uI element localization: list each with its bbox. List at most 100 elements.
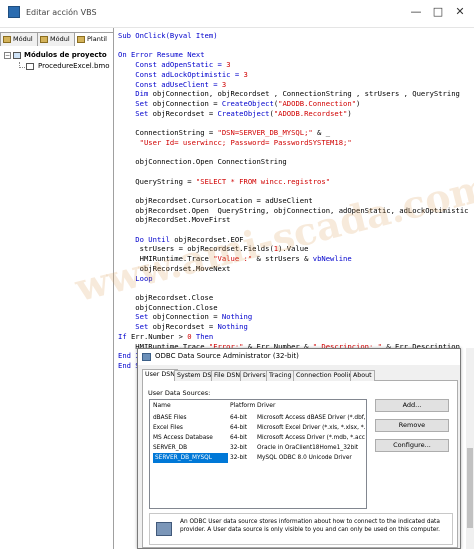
code-token: CreateObject (217, 108, 270, 118)
code-line[interactable]: objRecordSet.MoveFirst (118, 215, 469, 225)
table-row[interactable]: dBASE Files 64-bit Microsoft Access dBAS… (150, 413, 366, 423)
tab-templates[interactable]: Plantil (74, 32, 114, 46)
dialog-title-bar: ODBC Data Source Administrator (32-bit) (138, 349, 460, 365)
code-line[interactable]: Loop (118, 274, 469, 284)
code-line[interactable]: ConnectionString = "DSN=SERVER_DB_MYSQL;… (118, 128, 469, 138)
code-token: ).Value (278, 244, 309, 254)
code-line[interactable]: QueryString = "SELECT * FROM wincc.regis… (118, 177, 469, 187)
table-row[interactable]: SERVER_DB 32-bit Oracle in OraClient18Ho… (150, 443, 366, 453)
code-line[interactable]: objConnection.Close (118, 303, 469, 313)
tree-node-label: Módulos de proyecto (24, 51, 107, 59)
code-line[interactable]: Set objConnection = Nothing (118, 312, 469, 322)
code-token: Loop (118, 273, 153, 283)
code-token: ) (347, 108, 352, 118)
code-line[interactable]: Sub OnClick(Byval Item) (118, 31, 469, 41)
tab-modules-2[interactable]: Módul (37, 32, 75, 46)
odbc-icon (142, 353, 151, 361)
table-row[interactable]: MS Access Database 64-bit Microsoft Acce… (150, 433, 366, 443)
close-button[interactable]: ✕ (452, 4, 468, 20)
dialog-title: ODBC Data Source Administrator (32-bit) (155, 352, 299, 360)
code-line[interactable] (118, 283, 469, 293)
tab-modules-1[interactable]: Módul (0, 32, 38, 46)
code-token: Set (118, 312, 149, 322)
collapse-icon[interactable]: − (4, 52, 11, 59)
code-token: objConnection = (148, 98, 222, 108)
code-line[interactable]: strUsers = objRecordset.Fields(1).Value (118, 244, 469, 254)
code-line[interactable]: HMIRuntime.Trace "Value :" & strUsers & … (118, 254, 469, 264)
code-line[interactable]: objRecordset.Close (118, 293, 469, 303)
tab-user-dsn[interactable]: User DSN (142, 369, 178, 381)
scrollbar-thumb[interactable] (467, 448, 473, 528)
module-icon (3, 36, 11, 43)
code-line[interactable]: objRecordset.Open QueryString, objConnec… (118, 206, 468, 216)
column-platform[interactable]: Platform (230, 402, 256, 409)
table-row[interactable]: Excel Files 64-bit Microsoft Excel Drive… (150, 423, 366, 433)
code-token: "User Id= userwincc; Password= PasswordS… (118, 137, 352, 147)
code-token: objConnection.Close (118, 302, 218, 312)
code-line[interactable]: If Err.Number > 0 Then (118, 332, 469, 342)
code-token: Sub OnClick(Byval Item) (118, 31, 218, 40)
remove-button[interactable]: Remove (375, 419, 449, 432)
code-token: Err.Number > (126, 331, 188, 341)
code-token: Dim (118, 89, 149, 99)
code-text[interactable]: Sub OnClick(Byval Item) On Error Resume … (118, 31, 469, 371)
vertical-scrollbar[interactable] (466, 348, 474, 549)
code-line[interactable]: Const adLockOptimistic = 3 (118, 70, 469, 80)
code-line[interactable]: objRecordset.CursorLocation = adUseClien… (118, 196, 469, 206)
code-line[interactable]: objRecordset.MoveNext (118, 264, 469, 274)
code-line[interactable] (118, 186, 469, 196)
tab-file-dsn[interactable]: File DSN (211, 370, 244, 381)
table-row-selected[interactable]: SERVER_DB_MYSQL 32-bit MySQL ODBC 8.0 Un… (150, 453, 366, 463)
code-token: Nothing (221, 312, 253, 322)
code-line[interactable]: Const adOpenStatic = 3 (118, 60, 469, 70)
configure-button[interactable]: Configure... (375, 439, 449, 452)
info-box: An ODBC User data source stores informat… (149, 513, 453, 545)
window-title: Editar acción VBS (26, 8, 97, 17)
code-token: "ADODB.Connection" (278, 98, 357, 108)
code-line[interactable] (118, 41, 469, 51)
data-source-list[interactable]: Name Platform Driver dBASE Files 64-bit … (149, 399, 367, 509)
code-token: objRecordset.MoveNext (118, 263, 231, 273)
minimize-button[interactable]: — (408, 4, 424, 20)
add-button[interactable]: Add... (375, 399, 449, 412)
code-token: Set (118, 98, 149, 108)
code-line[interactable]: Set objRecordset = CreateObject("ADODB.R… (118, 109, 469, 119)
code-token: objRecordset = (148, 322, 218, 332)
project-panel: Módul Módul Plantil − Módulos de proyect… (0, 28, 114, 549)
column-name[interactable]: Name (153, 402, 228, 409)
code-line[interactable] (118, 118, 469, 128)
code-line[interactable]: Dim objConnection, objRecordset , Connec… (118, 89, 469, 99)
code-line[interactable]: Set objRecordset = Nothing (118, 322, 469, 332)
code-token: strUsers = objRecordset.Fields( (118, 244, 274, 254)
computer-icon (156, 522, 172, 536)
code-token: "ADODB.Recordset" (273, 108, 348, 118)
code-line[interactable] (118, 225, 469, 235)
tree-node-project-modules[interactable]: − Módulos de proyecto (4, 50, 112, 61)
tree-node-label: ProcedureExcel.bmo (38, 62, 110, 70)
tab-about[interactable]: About (350, 370, 375, 381)
code-token: ) (356, 98, 361, 108)
code-token: Then (191, 331, 214, 341)
app-icon (8, 6, 20, 18)
title-bar: Editar acción VBS — □ ✕ (0, 0, 474, 28)
code-token: objConnection = (148, 312, 222, 322)
code-line[interactable] (118, 167, 469, 177)
code-line[interactable]: "User Id= userwincc; Password= PasswordS… (118, 138, 469, 148)
code-token: objRecordset.EOF (169, 234, 244, 244)
code-line[interactable] (118, 147, 469, 157)
column-driver[interactable]: Driver (257, 402, 365, 409)
maximize-button[interactable]: □ (430, 4, 446, 20)
code-token: Set (118, 322, 149, 332)
code-line[interactable]: Do Until objRecordset.EOF (118, 235, 469, 245)
code-line[interactable]: Const adUseClient = 3 (118, 80, 469, 90)
template-icon (77, 36, 85, 43)
code-line[interactable]: Set objConnection = CreateObject("ADODB.… (118, 99, 469, 109)
tab-tracing[interactable]: Tracing (266, 370, 295, 381)
code-token: HMIRuntime.Trace (118, 254, 214, 264)
code-line[interactable]: objConnection.Open ConnectionString (118, 157, 469, 167)
tab-drivers[interactable]: Drivers (240, 370, 269, 381)
project-tree: − Módulos de proyecto ProcedureExcel.bmo (4, 50, 112, 72)
code-token: objRecordset.Close (118, 292, 214, 302)
tree-node-procedure-file[interactable]: ProcedureExcel.bmo (4, 61, 112, 72)
code-line[interactable]: On Error Resume Next (118, 50, 469, 60)
